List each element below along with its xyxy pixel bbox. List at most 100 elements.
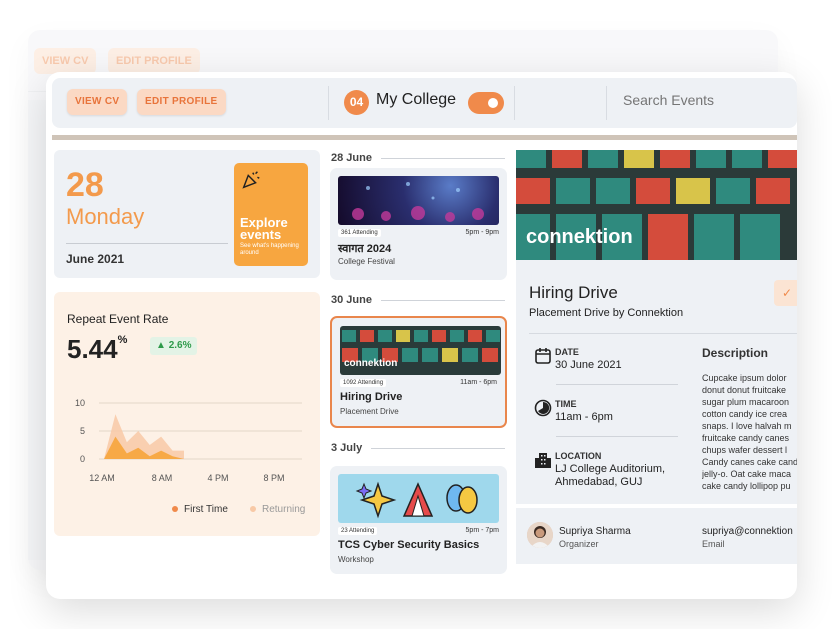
description-line: fruitcake candy canes: [702, 433, 790, 443]
divider: [514, 86, 515, 120]
dashboard-window: VIEW CV EDIT PROFILE 04 My College 28 Mo…: [46, 72, 797, 599]
group-line: [381, 300, 505, 301]
college-label: My College: [376, 91, 457, 108]
explore-events-card[interactable]: Explore events See what's happening arou…: [234, 163, 308, 266]
date-card: 28 Monday June 2021 Explore events See w…: [54, 150, 320, 278]
workshop-icons: [355, 481, 478, 519]
date-label: DATE: [555, 347, 579, 357]
group-header: 3 July: [331, 442, 363, 454]
description-line: Cupcake ipsum dolor: [702, 373, 787, 383]
rate-number: 5.44: [67, 334, 118, 364]
email-label: Email: [702, 539, 725, 549]
event-title: Hiring Drive: [529, 283, 618, 302]
college-count-badge: 04: [344, 90, 369, 115]
date-weekday: Monday: [66, 204, 145, 229]
attending-count: 1092 Attending: [340, 379, 387, 387]
legend-first-time: First Time: [172, 504, 228, 515]
building-icon: [535, 453, 551, 468]
rate-unit: %: [117, 334, 128, 346]
event-banner: connektion: [516, 150, 797, 260]
date-divider: [66, 243, 228, 244]
organizer-email[interactable]: supriya@connektion: [702, 526, 793, 537]
legend-label: First Time: [184, 504, 228, 515]
y-tick-label: 10: [75, 398, 85, 408]
avatar[interactable]: [527, 522, 553, 548]
detail-divider: [529, 333, 797, 334]
event-name: Hiring Drive: [340, 391, 403, 403]
check-icon[interactable]: ✓: [774, 280, 797, 306]
description-heading: Description: [702, 346, 769, 360]
y-tick-label: 5: [80, 426, 85, 436]
event-subtitle: Placement Drive by Connektion: [529, 307, 684, 319]
concert-image: [338, 176, 499, 225]
description-line: donut donut fruitcake: [702, 385, 787, 395]
event-card-swagat[interactable]: 361 Attending 5pm - 9pm स्वागत 2024 Coll…: [330, 168, 507, 280]
avatar-image: [527, 522, 553, 548]
info-divider: [556, 436, 678, 437]
event-time: 5pm - 9pm: [465, 229, 499, 236]
organizer-name: Supriya Sharma: [559, 526, 631, 537]
event-time: 5pm - 7pm: [465, 527, 499, 534]
y-tick-label: 0: [80, 454, 85, 464]
seats-image: connektion: [340, 326, 501, 375]
sparkle-icon: [355, 481, 397, 519]
circus-tent-icon: [402, 482, 434, 517]
attending-count: 23 Attending: [338, 527, 378, 535]
x-tick-label: 12 AM: [89, 473, 115, 483]
x-tick-label: 4 PM: [207, 473, 228, 483]
description-line: chups wafer dessert l: [702, 445, 788, 455]
divider: [606, 86, 607, 120]
header-divider: [52, 135, 797, 140]
location-value-line1: LJ College Auditorium,: [555, 463, 666, 475]
location-value-line2: Ahmedabad, GUJ: [555, 476, 643, 488]
search-input[interactable]: [623, 92, 783, 108]
theater-masks-icon: [446, 484, 478, 514]
event-name: TCS Cyber Security Basics: [338, 539, 480, 551]
description-line: jelly-o. Oat cake maca: [702, 469, 792, 479]
group-line: [381, 158, 505, 159]
organizer-role: Organizer: [559, 539, 599, 549]
rate-change: 2.6%: [168, 340, 192, 351]
event-name: स्वागत 2024: [338, 243, 392, 255]
description-line: cake candy lollipop pu: [702, 481, 791, 491]
event-card-tcs[interactable]: 23 Attending 5pm - 7pm TCS Cyber Securit…: [330, 466, 507, 574]
info-divider: [556, 384, 678, 385]
legend-dot: [250, 506, 256, 513]
clock-icon: [534, 399, 552, 417]
date-day-number: 28: [66, 166, 104, 204]
description-text: Cupcake ipsum dolor donut donut fruitcak…: [702, 372, 797, 492]
edit-profile-button[interactable]: EDIT PROFILE: [137, 89, 226, 115]
calendar-icon: [535, 348, 551, 364]
legend-label: Returning: [262, 504, 306, 515]
event-category: College Festival: [338, 257, 395, 266]
description-line: Candy canes cake cand: [702, 457, 797, 467]
confetti-icon: [242, 171, 260, 189]
time-value: 11am - 6pm: [555, 411, 613, 423]
description-line: cotton candy ice crea: [702, 409, 788, 419]
explore-title: Explore events: [240, 215, 288, 242]
time-label: TIME: [555, 399, 577, 409]
toggle-knob: [485, 95, 501, 111]
event-category: Workshop: [338, 555, 374, 564]
rate-title: Repeat Event Rate: [67, 312, 169, 326]
event-time: 11am - 6pm: [460, 379, 497, 386]
x-tick-label: 8 AM: [152, 473, 173, 483]
legend-dot: [172, 506, 178, 513]
event-card-hiring[interactable]: connektion 1092 Attending 11am - 6pm Hir…: [330, 316, 507, 428]
date-value: 30 June 2021: [555, 359, 622, 371]
date-month-year: June 2021: [66, 252, 125, 266]
crowd-image: [352, 182, 484, 222]
group-header: 28 June: [331, 152, 372, 164]
group-header: 30 June: [331, 294, 372, 306]
attending-count: 361 Attending: [338, 229, 381, 237]
background-view-cv: VIEW CV: [34, 48, 97, 74]
location-label: LOCATION: [555, 451, 602, 461]
background-edit-profile: EDIT PROFILE: [108, 48, 200, 74]
view-cv-button[interactable]: VIEW CV: [67, 89, 128, 115]
top-bar: VIEW CV EDIT PROFILE 04 My College: [52, 78, 797, 128]
college-toggle[interactable]: [468, 92, 504, 114]
organizer-panel: Supriya Sharma Organizer supriya@connekt…: [516, 508, 797, 564]
group-line: [371, 448, 505, 449]
event-detail-panel: connektion Hiring Drive Placement Drive …: [516, 150, 797, 504]
brand-logo: connektion: [526, 226, 633, 248]
